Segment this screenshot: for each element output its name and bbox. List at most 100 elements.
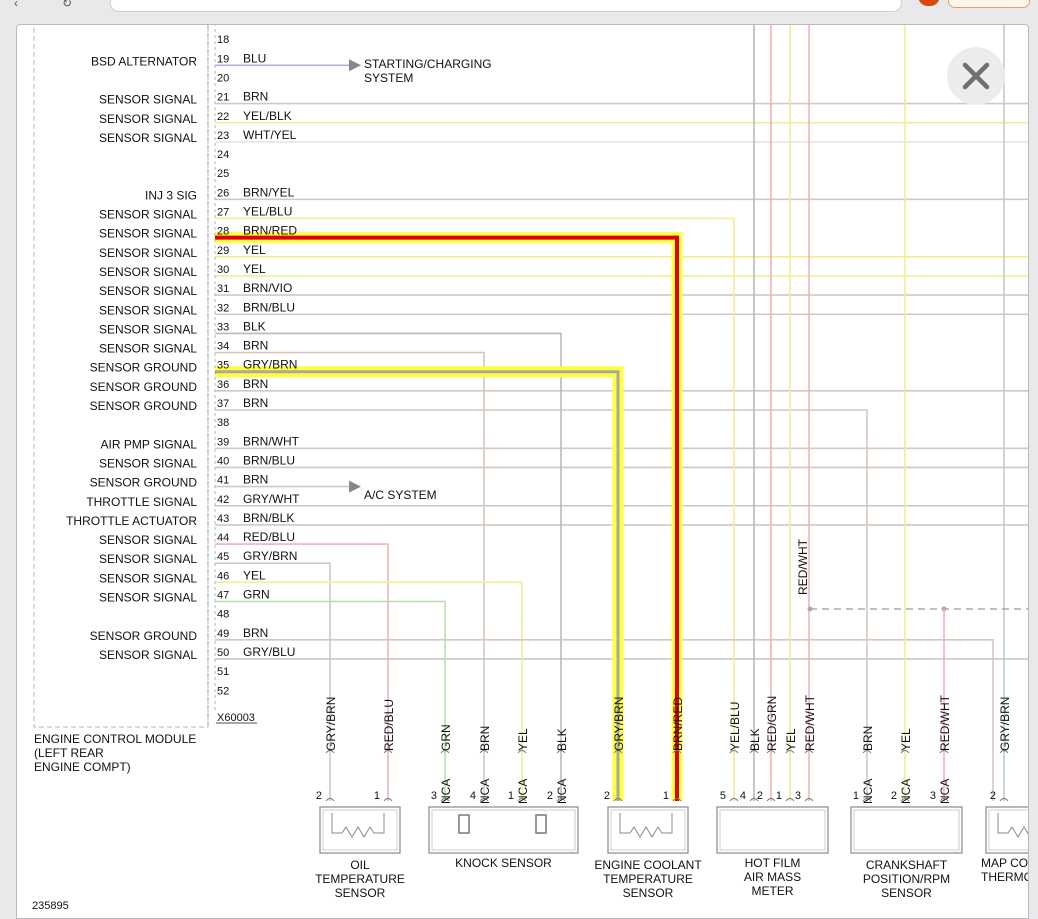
ecm-signal-name: SENSOR SIGNAL bbox=[99, 227, 197, 241]
ecm-signal-name: SENSOR SIGNAL bbox=[99, 93, 197, 107]
ecm-wire-color: BRN/YEL bbox=[243, 185, 295, 199]
ecm-wire-color: GRY/BLU bbox=[243, 645, 295, 659]
knock-name: KNOCK SENSOR bbox=[455, 856, 552, 870]
ecm-pin-number: 35 bbox=[217, 360, 229, 372]
knock-terminal-pin: 3 bbox=[431, 790, 437, 802]
crank-name: POSITION/RPM bbox=[863, 872, 950, 886]
starting-charging-ref: SYSTEM bbox=[364, 71, 413, 85]
piezo-element-icon bbox=[535, 814, 547, 834]
crank-component-box bbox=[850, 806, 963, 854]
maf-wire-color: BLK bbox=[748, 728, 762, 751]
crank-nca-label: NCA bbox=[899, 779, 913, 804]
ecm-wire-color: YEL bbox=[243, 568, 266, 582]
crank-name: SENSOR bbox=[881, 886, 932, 900]
ecm-signal-name: SENSOR SIGNAL bbox=[99, 303, 197, 317]
splice-dot bbox=[807, 606, 813, 612]
coolant-wire-color: BRN/RED bbox=[671, 697, 685, 751]
diagram-text: RED/WHT171819BSD ALTERNATORBLU2021SENSOR… bbox=[32, 25, 1028, 912]
ecm-pin-number: 46 bbox=[217, 570, 229, 582]
starting-charging-ref: STARTING/CHARGING bbox=[364, 57, 492, 71]
ecm-wire-color: GRY/BRN bbox=[243, 549, 297, 563]
wire-pin-45 bbox=[215, 562, 331, 801]
ecm-wire-color: BRN bbox=[243, 339, 268, 353]
ecm-pin-number: 32 bbox=[217, 302, 229, 314]
close-button[interactable] bbox=[947, 47, 1005, 105]
oil_temp-name: SENSOR bbox=[335, 886, 386, 900]
knock-nca-label: NCA bbox=[439, 779, 453, 804]
knock-terminal-pin: 4 bbox=[470, 790, 476, 802]
ecm-wire-color: YEL/BLK bbox=[243, 109, 292, 123]
wiring-diagram: RED/WHT171819BSD ALTERNATORBLU2021SENSOR… bbox=[32, 25, 1028, 912]
ecm-pin-number: 39 bbox=[217, 436, 229, 448]
ecm-wire-color: BLK bbox=[243, 319, 266, 333]
ecm-pin-number: 23 bbox=[217, 130, 229, 142]
ecm-signal-name: BSD ALTERNATOR bbox=[91, 54, 197, 68]
ecm-wire-color: BRN/WHT bbox=[243, 434, 300, 448]
ecm-pin-number: 43 bbox=[217, 513, 229, 525]
oil_temp-wire-color: GRY/BRN bbox=[324, 697, 338, 751]
oil_temp-wire-color: RED/BLU bbox=[382, 699, 396, 751]
ecm-signal-name: SENSOR SIGNAL bbox=[99, 552, 197, 566]
knock-nca-label: NCA bbox=[516, 779, 530, 804]
ecm-pin-number: 29 bbox=[217, 245, 229, 257]
ecm-pin-number: 49 bbox=[217, 628, 229, 640]
reload-icon[interactable]: ↻ bbox=[62, 0, 72, 10]
crank-nca-label: NCA bbox=[861, 779, 875, 804]
ecm-signal-name: THROTTLE ACTUATOR bbox=[66, 514, 197, 528]
crank-terminal-pin: 2 bbox=[891, 790, 897, 802]
ecm-pin-number: 47 bbox=[217, 590, 229, 602]
ecm-pin-number: 45 bbox=[217, 551, 229, 563]
maf-name: METER bbox=[752, 884, 794, 898]
crank-wire-color: RED/WHT bbox=[938, 694, 952, 751]
ecm-pin-number: 42 bbox=[217, 494, 229, 506]
ecm-signal-name: SENSOR SIGNAL bbox=[99, 284, 197, 298]
ecm-signal-name: SENSOR SIGNAL bbox=[99, 131, 197, 145]
maf-component-box bbox=[716, 806, 829, 854]
ecm-wire-color: BRN bbox=[243, 473, 268, 487]
crank-wire-color: YEL bbox=[899, 728, 913, 751]
ecm-pin-number: 25 bbox=[217, 168, 229, 180]
ecm-pin-number: 20 bbox=[217, 72, 229, 84]
extension-icon[interactable] bbox=[918, 0, 940, 6]
wires-layer bbox=[215, 25, 1028, 801]
crank-terminal-pin: 3 bbox=[930, 790, 936, 802]
maf-terminal-pin: 2 bbox=[757, 790, 763, 802]
address-bar[interactable] bbox=[110, 0, 902, 12]
ecm-wire-color: GRY/BRN bbox=[243, 358, 297, 372]
toolbar-pill-button[interactable] bbox=[948, 0, 1030, 8]
ecm-wire-color: BRN/BLU bbox=[243, 300, 295, 314]
ecm-name: ENGINE CONTROL MODULE bbox=[34, 732, 196, 746]
coolant-terminal-pin: 2 bbox=[604, 790, 610, 802]
ecm-wire-color: YEL bbox=[243, 243, 266, 257]
ecm-signal-name: SENSOR SIGNAL bbox=[99, 533, 197, 547]
knock-nca-label: NCA bbox=[555, 779, 569, 804]
wire-pin-46 bbox=[215, 581, 523, 801]
ecm-pin-number: 24 bbox=[217, 149, 229, 161]
ecm-pin-number: 40 bbox=[217, 455, 229, 467]
oil_temp-terminal-pin: 1 bbox=[374, 790, 380, 802]
back-icon[interactable]: ‹ bbox=[14, 0, 18, 10]
knock-wire-color: BRN bbox=[478, 726, 492, 751]
maf-wire-color: YEL bbox=[784, 728, 798, 751]
ecm-signal-name: SENSOR GROUND bbox=[90, 629, 198, 643]
ecm-pin-number: 52 bbox=[217, 685, 229, 697]
crank-terminal-pin: 1 bbox=[853, 790, 859, 802]
crank-wire-color: BRN bbox=[861, 726, 875, 751]
knock-wire-color: YEL bbox=[516, 728, 530, 751]
maf-wire-color: RED/GRN bbox=[765, 696, 779, 751]
maf-name: HOT FILM bbox=[745, 856, 801, 870]
ecm-wire-color: GRY/WHT bbox=[243, 492, 300, 506]
ecm-pin-number: 31 bbox=[217, 283, 229, 295]
map-name: THERMO bbox=[981, 870, 1028, 884]
oil_temp-name: OIL bbox=[350, 858, 370, 872]
ecm-pin-number: 44 bbox=[217, 532, 229, 544]
ecm-pin-number: 38 bbox=[217, 417, 229, 429]
ecm-signal-name: AIR PMP SIGNAL bbox=[101, 437, 198, 451]
crank-name: CRANKSHAFT bbox=[866, 858, 948, 872]
knock-component-box bbox=[428, 806, 579, 854]
close-icon bbox=[962, 62, 990, 90]
oil_temp-name: TEMPERATURE bbox=[315, 872, 405, 886]
ecm-pin-number: 36 bbox=[217, 379, 229, 391]
ecm-wire-color: YEL/BLU bbox=[243, 205, 292, 219]
ecm-name: ENGINE COMPT) bbox=[34, 760, 131, 774]
